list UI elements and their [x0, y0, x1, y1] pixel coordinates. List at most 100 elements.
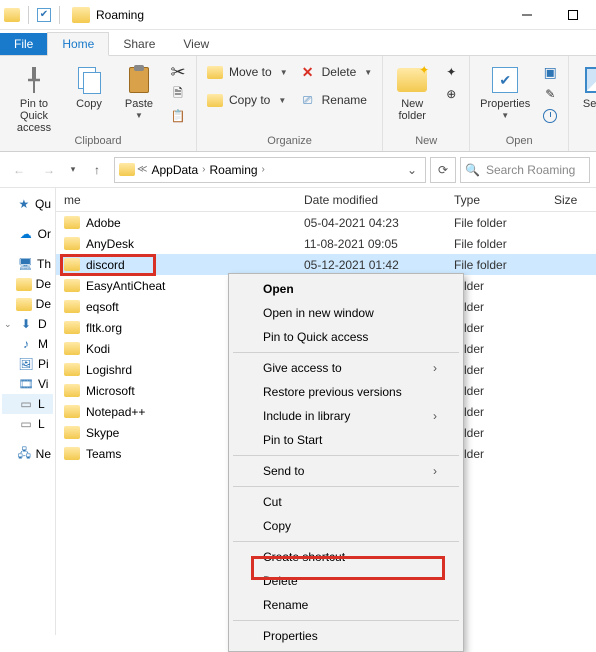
- context-menu: Open Open in new window Pin to Quick acc…: [228, 273, 464, 652]
- group-organize: Move to▼ Copy to▼ ✕ Delete▼ ⎚ Rename Org…: [197, 56, 383, 151]
- tab-view[interactable]: View: [169, 33, 223, 55]
- folder-icon: [64, 426, 80, 439]
- folder-icon: [64, 300, 80, 313]
- file-type: File folder: [446, 258, 546, 272]
- pin-to-quick-access-button[interactable]: Pin to Quick access: [6, 62, 62, 134]
- file-name: Microsoft: [86, 384, 135, 398]
- minimize-button[interactable]: [504, 0, 550, 30]
- qat-properties-icon[interactable]: ✔: [37, 8, 51, 22]
- menu-give-access-to[interactable]: Give access to: [231, 356, 461, 380]
- column-type[interactable]: Type: [446, 188, 546, 211]
- chevron-right-icon[interactable]: ≪: [137, 164, 147, 175]
- breadcrumb-roaming[interactable]: Roaming: [208, 163, 260, 177]
- column-date-modified[interactable]: Date modified: [296, 188, 446, 211]
- menu-include-in-library[interactable]: Include in library: [231, 404, 461, 428]
- sidebar-item-drive[interactable]: ▭L: [2, 394, 53, 414]
- sidebar-item-onedrive[interactable]: ☁Or: [2, 224, 53, 244]
- table-row[interactable]: AnyDesk 11-08-2021 09:05File folder: [56, 233, 596, 254]
- file-type: File folder: [446, 237, 546, 251]
- edit-button[interactable]: ✎: [538, 84, 562, 104]
- new-item-button[interactable]: ✦: [439, 62, 463, 82]
- sidebar-item-downloads[interactable]: ⌄⬇D: [2, 314, 53, 334]
- sidebar-item-videos[interactable]: 🎞Vi: [2, 374, 53, 394]
- select-button[interactable]: Select ▼: [575, 62, 596, 121]
- menu-pin-to-start[interactable]: Pin to Start: [231, 428, 461, 452]
- breadcrumb-appdata[interactable]: AppData: [149, 163, 200, 177]
- tab-share[interactable]: Share: [109, 33, 169, 55]
- menu-properties[interactable]: Properties: [231, 624, 461, 648]
- menu-create-shortcut[interactable]: Create shortcut: [231, 545, 461, 569]
- copy-button[interactable]: Copy: [66, 62, 112, 110]
- edit-icon: ✎: [542, 86, 558, 102]
- folder-icon: [64, 279, 80, 292]
- tab-file[interactable]: File: [0, 33, 47, 55]
- file-name: Skype: [86, 426, 119, 440]
- move-to-icon: [207, 64, 223, 80]
- menu-cut[interactable]: Cut: [231, 490, 461, 514]
- sidebar-item-pictures[interactable]: 🖼Pi: [2, 354, 53, 374]
- new-item-icon: ✦: [443, 64, 459, 80]
- chevron-right-icon[interactable]: ›: [262, 164, 265, 175]
- refresh-button[interactable]: ⟳: [430, 157, 456, 183]
- file-name: Adobe: [86, 216, 121, 230]
- forward-button[interactable]: →: [36, 157, 62, 183]
- search-input[interactable]: 🔍 Search Roaming: [460, 157, 590, 183]
- column-size[interactable]: Size: [546, 188, 596, 211]
- recent-locations-button[interactable]: ▾: [66, 157, 80, 183]
- file-date: 11-08-2021 09:05: [296, 237, 446, 251]
- menu-pin-quick-access[interactable]: Pin to Quick access: [231, 325, 461, 349]
- navigation-pane[interactable]: ★Qu ☁Or 🖥Th De De ⌄⬇D ♪M 🖼Pi 🎞Vi ▭L ▭L 🖧…: [0, 188, 56, 635]
- delete-button[interactable]: ✕ Delete▼: [296, 62, 377, 82]
- menu-send-to[interactable]: Send to: [231, 459, 461, 483]
- move-to-button[interactable]: Move to▼: [203, 62, 292, 82]
- sidebar-item-folder[interactable]: De: [2, 294, 53, 314]
- history-icon: [542, 108, 558, 124]
- menu-restore-previous[interactable]: Restore previous versions: [231, 380, 461, 404]
- up-button[interactable]: ↑: [84, 157, 110, 183]
- column-name[interactable]: me: [56, 188, 296, 211]
- copy-to-icon: [207, 92, 223, 108]
- maximize-button[interactable]: [550, 0, 596, 30]
- copy-to-button[interactable]: Copy to▼: [203, 90, 292, 110]
- open-icon: ▣: [542, 64, 558, 80]
- sidebar-item-thispc[interactable]: 🖥Th: [2, 254, 53, 274]
- sidebar-item-drive[interactable]: ▭L: [2, 414, 53, 434]
- ribbon: Pin to Quick access Copy Paste ▼ ✂ 🗎 📋 C…: [0, 56, 596, 152]
- column-headers: me Date modified Type Size: [56, 188, 596, 212]
- table-row[interactable]: discord05-12-2021 01:42File folder: [56, 254, 596, 275]
- history-button[interactable]: [538, 106, 562, 126]
- paste-shortcut-button[interactable]: 📋: [166, 106, 190, 126]
- open-button[interactable]: ▣: [538, 62, 562, 82]
- copy-path-button[interactable]: 🗎: [166, 84, 190, 104]
- address-bar[interactable]: ≪ AppData › Roaming › ⌄: [114, 157, 426, 183]
- folder-icon: [64, 216, 80, 229]
- sidebar-item-network[interactable]: 🖧Ne: [2, 444, 53, 464]
- sidebar-item-music[interactable]: ♪M: [2, 334, 53, 354]
- properties-button[interactable]: Properties ▼: [476, 62, 534, 121]
- file-name: discord: [86, 258, 125, 272]
- easy-access-button[interactable]: ⊕: [439, 84, 463, 104]
- paste-button[interactable]: Paste ▼: [116, 62, 162, 121]
- menu-open-new-window[interactable]: Open in new window: [231, 301, 461, 325]
- menu-open[interactable]: Open: [231, 277, 461, 301]
- folder-icon: [64, 405, 80, 418]
- chevron-right-icon[interactable]: ›: [202, 164, 205, 175]
- menu-rename[interactable]: Rename: [231, 593, 461, 617]
- file-name: AnyDesk: [86, 237, 134, 251]
- table-row[interactable]: Adobe05-04-2021 04:23File folder: [56, 212, 596, 233]
- rename-button[interactable]: ⎚ Rename: [296, 90, 377, 110]
- tab-home[interactable]: Home: [47, 32, 109, 56]
- sidebar-item-folder[interactable]: De: [2, 274, 53, 294]
- new-folder-button[interactable]: New folder: [389, 62, 435, 122]
- menu-copy[interactable]: Copy: [231, 514, 461, 538]
- address-folder-icon: [119, 163, 135, 176]
- copy-icon: [78, 67, 100, 93]
- menu-delete[interactable]: Delete: [231, 569, 461, 593]
- cut-button[interactable]: ✂: [166, 62, 190, 82]
- back-button[interactable]: ←: [6, 157, 32, 183]
- file-name: Teams: [86, 447, 121, 461]
- address-dropdown[interactable]: ⌄: [403, 163, 421, 177]
- app-icon[interactable]: [4, 8, 20, 22]
- sidebar-item-quick-access[interactable]: ★Qu: [2, 194, 53, 214]
- folder-icon: [64, 258, 80, 271]
